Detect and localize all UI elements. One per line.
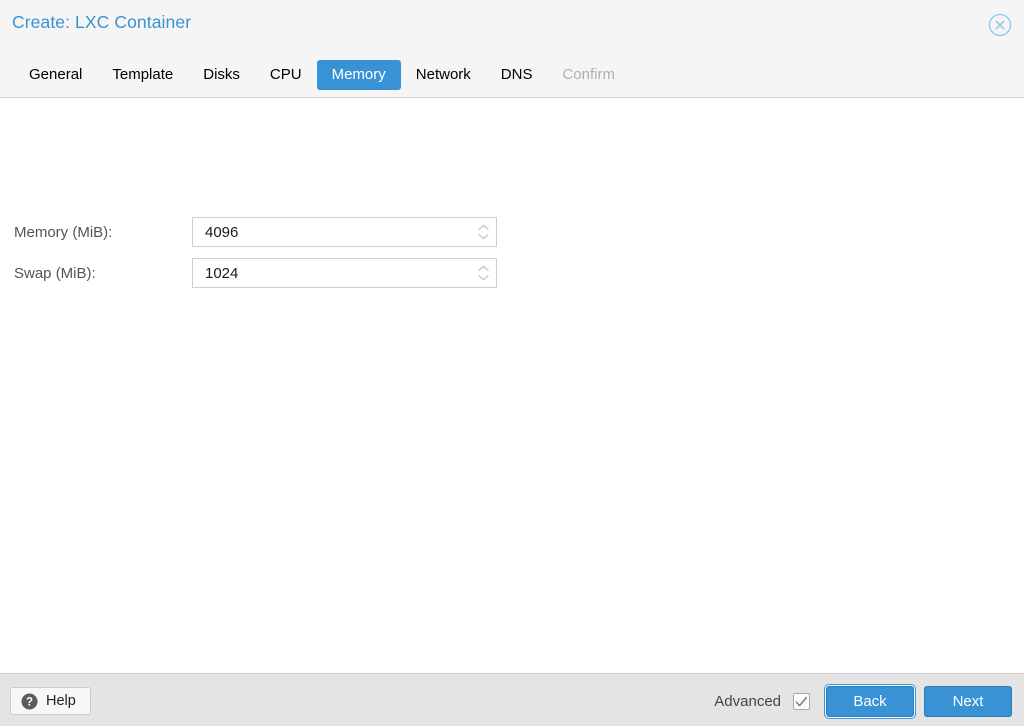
close-icon[interactable] (988, 13, 1012, 37)
help-button[interactable]: ? Help (10, 687, 91, 715)
swap-input[interactable]: 1024 (192, 258, 497, 288)
tab-confirm: Confirm (562, 66, 615, 83)
memory-input-value: 4096 (205, 223, 239, 241)
swap-input-value: 1024 (205, 264, 239, 282)
svg-text:?: ? (26, 696, 33, 708)
next-button[interactable]: Next (924, 686, 1012, 717)
swap-field-label: Swap (MiB): (14, 264, 96, 282)
tab-disks[interactable]: Disks (188, 60, 255, 90)
footer-actions: Advanced Back Next (714, 686, 1012, 717)
memory-field-row: Memory (MiB): 4096 (14, 217, 497, 247)
tab-cpu[interactable]: CPU (255, 60, 317, 90)
tab-network[interactable]: Network (401, 60, 486, 90)
tab-template[interactable]: Template (97, 60, 188, 90)
tab-general[interactable]: General (14, 60, 97, 90)
swap-stepper[interactable] (470, 259, 496, 287)
dialog-body: Memory (MiB): 4096 Swap (MiB): 1024 (0, 98, 1024, 673)
back-button[interactable]: Back (826, 686, 914, 717)
tab-dns[interactable]: DNS (486, 60, 548, 90)
memory-input[interactable]: 4096 (192, 217, 497, 247)
swap-field-row: Swap (MiB): 1024 (14, 258, 497, 288)
memory-stepper[interactable] (470, 218, 496, 246)
dialog-footer: ? Help Advanced Back Next (0, 673, 1024, 726)
help-button-label: Help (46, 693, 76, 709)
dialog-title: Create: LXC Container (12, 12, 192, 32)
advanced-label: Advanced (714, 693, 781, 710)
wizard-tab-bar: General Template Disks CPU Memory Networ… (14, 60, 630, 90)
create-lxc-container-dialog: Create: LXC Container General Template D… (0, 0, 1024, 726)
memory-field-label: Memory (MiB): (14, 223, 113, 241)
advanced-checkbox[interactable] (793, 693, 810, 710)
checkmark-icon (795, 696, 808, 706)
question-mark-circle-icon: ? (21, 693, 38, 710)
dialog-header: Create: LXC Container General Template D… (0, 0, 1024, 98)
tab-memory[interactable]: Memory (316, 60, 401, 90)
